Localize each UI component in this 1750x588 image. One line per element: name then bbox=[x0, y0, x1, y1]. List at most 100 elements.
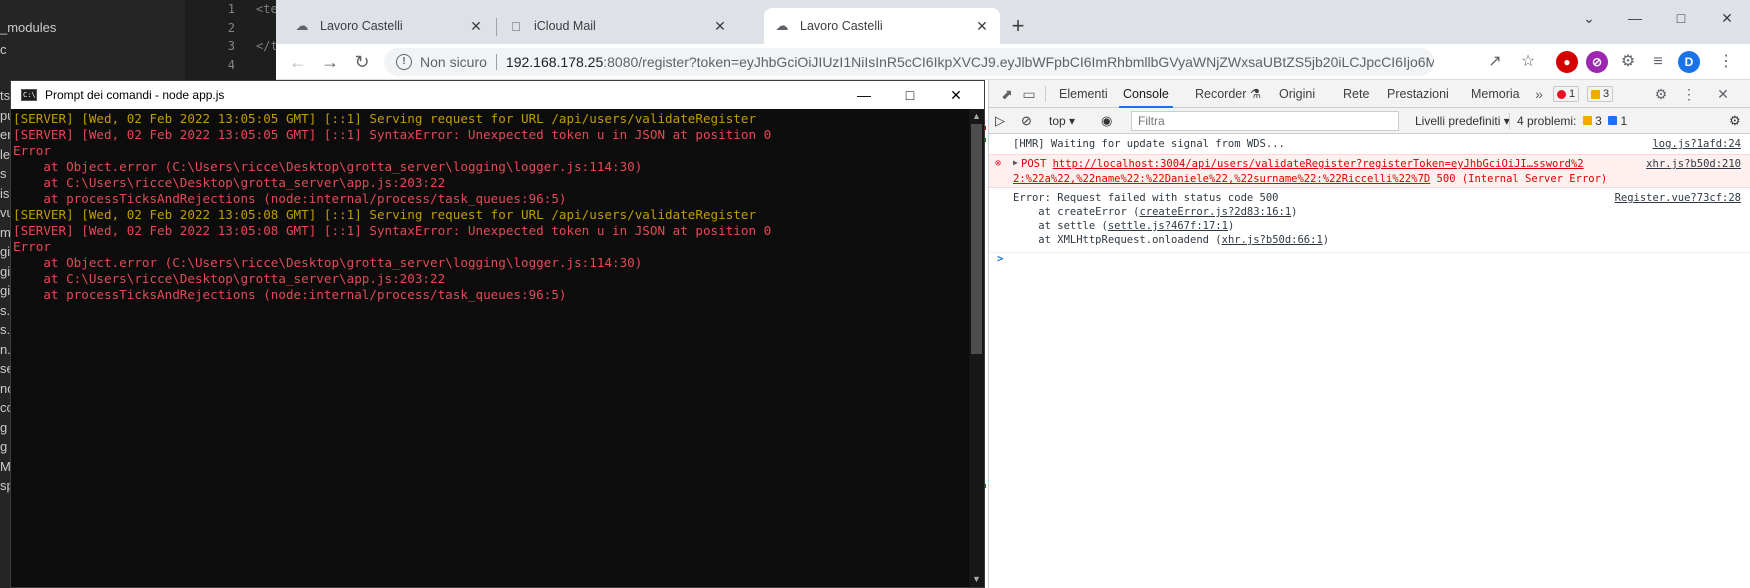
console-prompt[interactable]: > bbox=[989, 252, 1750, 268]
code-line[interactable]: </t bbox=[256, 37, 278, 56]
scroll-thumb[interactable] bbox=[971, 124, 982, 354]
console-settings-gear-icon[interactable]: ⚙ bbox=[1729, 111, 1741, 131]
minimize-button[interactable]: — bbox=[1612, 4, 1658, 32]
explorer-item[interactable]: s bbox=[0, 164, 7, 184]
tab-strip: ☁ Lavoro Castelli ✕  iCloud Mail ✕ ☁ La… bbox=[276, 0, 1750, 44]
source-link[interactable]: Register.vue?73cf:28 bbox=[1615, 192, 1741, 204]
devtools-tab-recorder[interactable]: Recorder ⚗ bbox=[1195, 80, 1261, 108]
settings-gear-icon[interactable]: ⚙ bbox=[1651, 84, 1671, 104]
cmd-maximize-button[interactable]: □ bbox=[887, 81, 933, 109]
cmd-output[interactable]: [SERVER] [Wed, 02 Feb 2022 13:05:05 GMT]… bbox=[11, 109, 969, 587]
apple-icon:  bbox=[508, 18, 524, 34]
browser-tab-3[interactable]: ☁ Lavoro Castelli ✕ bbox=[764, 8, 1000, 44]
cmd-minimize-button[interactable]: — bbox=[841, 81, 887, 109]
console-filter-input[interactable] bbox=[1131, 111, 1399, 131]
explorer-item[interactable]: ts bbox=[0, 86, 10, 106]
clear-console-icon[interactable]: ⊘ bbox=[1021, 111, 1032, 131]
scroll-down-arrow-icon[interactable]: ▼ bbox=[969, 572, 984, 587]
warning-icon[interactable]: ! bbox=[396, 54, 412, 70]
source-link[interactable]: xhr.js?b50d:210 bbox=[1646, 158, 1741, 170]
command-prompt-window: C:\ Prompt dei comandi - node app.js — □… bbox=[10, 80, 985, 588]
explorer-item[interactable]: g bbox=[0, 437, 7, 457]
close-tab-icon[interactable]: ✕ bbox=[468, 18, 484, 34]
issues-counter[interactable]: 4 problemi: 3 1 bbox=[1517, 111, 1627, 131]
devtools-tab-performance[interactable]: Prestazioni bbox=[1387, 80, 1449, 108]
devtools-tab-sources[interactable]: Origini bbox=[1279, 80, 1315, 108]
context-label: top bbox=[1049, 114, 1066, 128]
close-tab-icon[interactable]: ✕ bbox=[974, 18, 990, 34]
forward-arrow-icon[interactable]: → bbox=[318, 50, 342, 74]
console-text: [HMR] Waiting for update signal from WDS… bbox=[1013, 138, 1285, 150]
devtools-tab-console[interactable]: Console bbox=[1119, 80, 1173, 108]
explorer-item[interactable]: gi bbox=[0, 262, 10, 282]
tab-title: Lavoro Castelli bbox=[320, 19, 403, 33]
error-count-badge[interactable]: 1 bbox=[1553, 86, 1580, 102]
url-divider bbox=[495, 54, 497, 70]
log-levels-dropdown[interactable]: Livelli predefiniti ▾ bbox=[1415, 111, 1510, 131]
devtools-tab-memory[interactable]: Memoria bbox=[1471, 80, 1520, 108]
extension-icon[interactable]: ⊘ bbox=[1586, 51, 1608, 73]
error-log-line: [SERVER] [Wed, 02 Feb 2022 13:05:08 GMT]… bbox=[13, 223, 772, 238]
tab-search-icon[interactable]: ⌄ bbox=[1566, 4, 1612, 32]
vscode-editor[interactable]: <te </t bbox=[256, 0, 278, 74]
source-link[interactable]: log.js?1afd:24 bbox=[1652, 138, 1741, 150]
scroll-up-arrow-icon[interactable]: ▲ bbox=[969, 109, 984, 124]
frame-link[interactable]: settle.js?467f:17:1 bbox=[1108, 220, 1228, 232]
warning-icon bbox=[1582, 116, 1592, 125]
tab-title: Lavoro Castelli bbox=[800, 19, 883, 33]
context-selector[interactable]: top ▾ bbox=[1049, 111, 1075, 131]
frame-link[interactable]: xhr.js?b50d:66:1 bbox=[1222, 234, 1323, 246]
menu-kebab-icon[interactable]: ⋮ bbox=[1712, 48, 1740, 76]
code-line[interactable] bbox=[256, 19, 278, 38]
console-filter-bar: ▷ ⊘ top ▾ ◉ Livelli predefiniti ▾ 4 prob… bbox=[989, 108, 1750, 134]
device-toolbar-icon[interactable]: ▭ bbox=[1019, 84, 1039, 104]
post-url-link-cont[interactable]: 2:%22a%22,%22name%22:%22Daniele%22,%22su… bbox=[1013, 173, 1430, 185]
browser-tab-2[interactable]:  iCloud Mail ✕ bbox=[498, 8, 738, 44]
page-icon: ☁ bbox=[775, 18, 789, 33]
explorer-item[interactable]: g bbox=[0, 418, 7, 438]
reading-list-icon[interactable]: ≡ bbox=[1644, 48, 1672, 76]
share-icon[interactable]: ↗ bbox=[1481, 48, 1509, 76]
cmd-close-button[interactable]: ✕ bbox=[933, 81, 979, 109]
browser-tab-1[interactable]: ☁ Lavoro Castelli ✕ bbox=[284, 8, 494, 44]
frame-link[interactable]: createError.js?2d83:16:1 bbox=[1139, 206, 1291, 218]
maximize-button[interactable]: □ bbox=[1658, 4, 1704, 32]
error-circle-icon: ⊗ bbox=[995, 158, 1002, 169]
code-line[interactable] bbox=[256, 56, 278, 75]
devtools-menu-icon[interactable]: ⋮ bbox=[1679, 84, 1699, 104]
error-log-line: at processTicksAndRejections (node:inter… bbox=[13, 287, 567, 302]
post-url-link[interactable]: http://localhost:3004/api/users/validate… bbox=[1053, 158, 1584, 170]
new-tab-button[interactable]: + bbox=[1006, 14, 1030, 38]
back-arrow-icon[interactable]: ← bbox=[286, 50, 310, 74]
post-request-line-2: 2:%22a%22,%22name%22:%22Daniele%22,%22su… bbox=[1013, 173, 1607, 185]
error-log-line: at Object.error (C:\Users\ricce\Desktop\… bbox=[13, 159, 643, 174]
more-tabs-icon[interactable]: » bbox=[1529, 84, 1549, 104]
puzzle-extensions-icon[interactable]: ⚙ bbox=[1614, 48, 1642, 76]
expand-triangle-icon[interactable]: ▶ bbox=[1013, 158, 1018, 167]
devtools-tab-elements[interactable]: Elementi bbox=[1059, 80, 1108, 108]
explorer-item[interactable]: gi bbox=[0, 242, 10, 262]
security-label[interactable]: Non sicuro bbox=[420, 54, 487, 70]
live-expression-eye-icon[interactable]: ◉ bbox=[1101, 111, 1112, 131]
warning-count-badge[interactable]: 3 bbox=[1587, 86, 1614, 102]
bookmark-star-icon[interactable]: ☆ bbox=[1514, 48, 1542, 76]
profile-avatar[interactable]: D bbox=[1678, 51, 1700, 73]
address-bar[interactable]: ! Non sicuro 192.168.178.25 :8080/regist… bbox=[384, 48, 1434, 76]
explorer-item[interactable]: c bbox=[0, 40, 7, 60]
reload-icon[interactable]: ↻ bbox=[350, 50, 374, 74]
sidebar-toggle-icon[interactable]: ▷ bbox=[995, 111, 1005, 131]
explorer-item[interactable]: _modules bbox=[0, 18, 56, 38]
issues-warn-count: 3 bbox=[1595, 114, 1602, 128]
adblock-extension-icon[interactable]: ● bbox=[1556, 51, 1578, 73]
console-output[interactable]: [HMR] Waiting for update signal from WDS… bbox=[989, 134, 1750, 588]
close-tab-icon[interactable]: ✕ bbox=[712, 18, 728, 34]
close-devtools-icon[interactable]: ✕ bbox=[1713, 84, 1733, 104]
cmd-scrollbar[interactable]: ▲ ▼ bbox=[969, 109, 984, 587]
explorer-item[interactable]: gi bbox=[0, 281, 10, 301]
code-line[interactable]: <te bbox=[256, 0, 278, 19]
cmd-titlebar[interactable]: C:\ Prompt dei comandi - node app.js — □… bbox=[11, 81, 984, 109]
error-log-line: at processTicksAndRejections (node:inter… bbox=[13, 191, 567, 206]
close-window-button[interactable]: ✕ bbox=[1704, 4, 1750, 32]
inspect-element-icon[interactable]: ⬈ bbox=[997, 84, 1017, 104]
devtools-tab-network[interactable]: Rete bbox=[1343, 80, 1369, 108]
